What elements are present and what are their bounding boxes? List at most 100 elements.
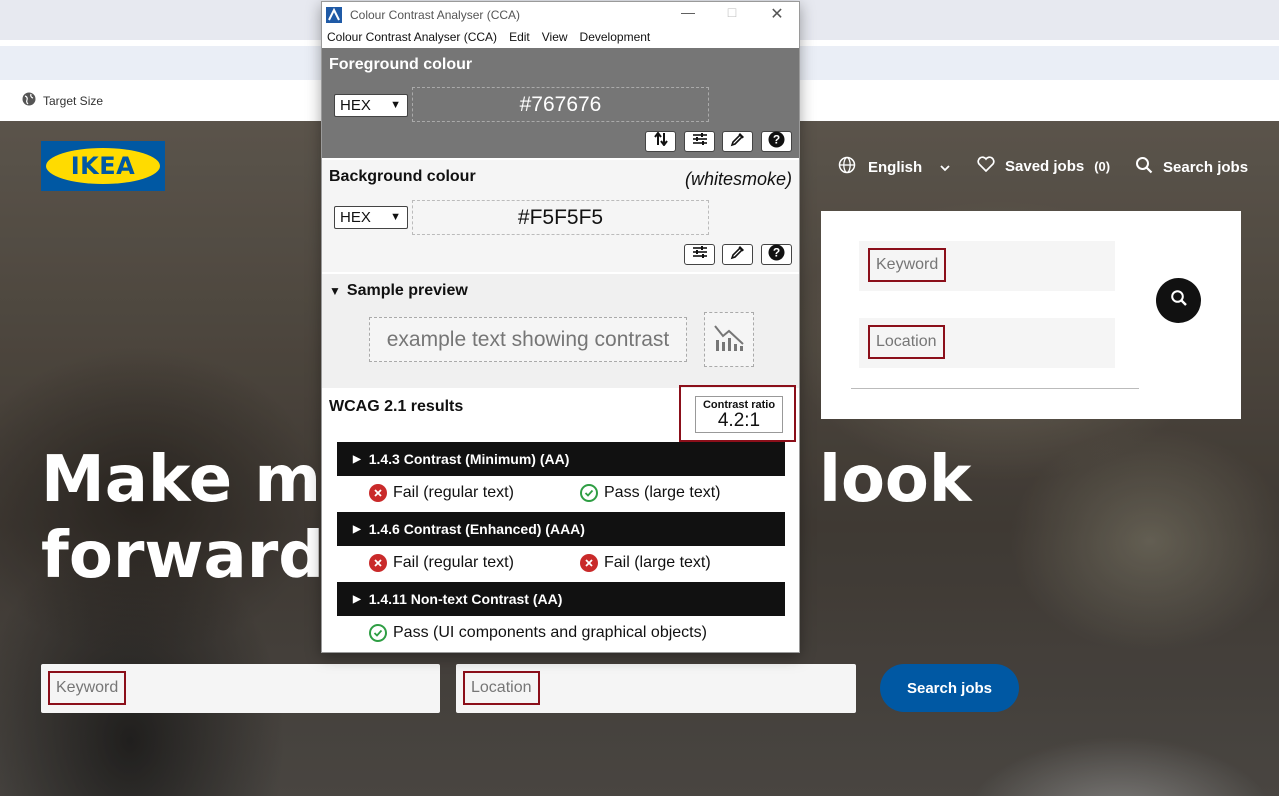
foreground-format-value: HEX [340,97,371,114]
svg-text:?: ? [773,245,780,259]
foreground-section: Foreground colour HEX ▼ #767676 ? [322,48,799,158]
criterion-1-4-6[interactable]: ▶ 1.4.6 Contrast (Enhanced) (AAA) [337,512,785,546]
fail-icon [580,554,598,572]
result-item: Fail (regular text) [369,484,514,502]
result-text: Fail (regular text) [393,484,514,501]
sliders-icon [692,245,708,264]
result-item: Fail (large text) [580,554,711,572]
pass-icon [580,484,598,502]
swap-icon [653,131,669,151]
panel-keyword-input[interactable]: Keyword [859,241,1115,291]
result-text: Fail (large text) [604,554,711,571]
location-input[interactable]: Location [456,664,856,713]
search-jobs-button[interactable]: Search jobs [880,664,1019,712]
saved-jobs-label: Saved jobs [1005,157,1085,175]
cca-app-icon [326,6,342,23]
criterion-title: 1.4.3 Contrast (Minimum) (AA) [368,451,570,467]
hero-title-line-1-left: Make mi [41,443,344,517]
background-heading: Background colour [329,168,476,185]
search-icon [1170,289,1188,312]
result-text: Pass (large text) [604,484,721,501]
maximize-button[interactable]: □ [709,4,755,20]
logo-text: IKEA [70,152,136,180]
cca-title-bar[interactable]: Colour Contrast Analyser (CCA) — □ ✕ [322,2,799,27]
search-icon [1135,156,1153,178]
menu-edit[interactable]: Edit [509,30,530,44]
saved-jobs-link[interactable]: Saved jobs (0) [977,156,1110,176]
criterion-1-4-3[interactable]: ▶ 1.4.3 Contrast (Minimum) (AA) [337,442,785,476]
language-selector[interactable]: English [838,156,950,178]
foreground-format-select[interactable]: HEX ▼ [334,94,408,117]
background-help-button[interactable]: ? [761,244,792,265]
wcag-results-section: WCAG 2.1 results Contrast ratio 4.2:1 ▶ … [322,385,799,652]
help-icon: ? [768,244,785,266]
heart-icon [977,156,995,176]
result-item: Fail (regular text) [369,554,514,572]
swap-colours-button[interactable] [645,131,676,152]
chevron-down-icon: ▼ [390,99,401,111]
result-item: Pass (UI components and graphical object… [369,624,707,642]
criterion-title: 1.4.6 Contrast (Enhanced) (AAA) [368,521,585,537]
contrast-ratio-value: 4.2:1 [717,410,761,431]
background-section: Background colour (whitesmoke) HEX ▼ #F5… [322,160,799,272]
foreground-heading: Foreground colour [329,56,473,73]
cca-window-title: Colour Contrast Analyser (CCA) [350,7,521,22]
globe-icon [22,92,36,109]
svg-text:?: ? [773,132,780,146]
close-button[interactable]: ✕ [754,4,799,24]
sample-preview-toggle[interactable]: ▼ Sample preview [329,282,468,300]
ikea-logo[interactable]: IKEA [41,141,165,191]
fail-icon [369,484,387,502]
triangle-right-icon: ▶ [353,593,361,605]
language-label: English [868,158,923,176]
cca-window: Colour Contrast Analyser (CCA) — □ ✕ Col… [321,1,800,653]
foreground-sliders-button[interactable] [684,131,715,152]
minimize-button[interactable]: — [665,4,711,20]
search-jobs-label: Search jobs [1163,158,1249,176]
logo-oval: IKEA [46,148,160,184]
background-picker-button[interactable] [722,244,753,265]
criterion-1-4-11[interactable]: ▶ 1.4.11 Non-text Contrast (AA) [337,582,785,616]
panel-divider [851,388,1139,389]
menu-app[interactable]: Colour Contrast Analyser (CCA) [327,30,497,44]
foreground-picker-button[interactable] [722,131,753,152]
target-size-extension[interactable]: Target Size [22,92,103,109]
contrast-ratio-box: Contrast ratio 4.2:1 [695,396,783,433]
result-text: Pass (UI components and graphical object… [393,624,707,641]
result-text: Fail (regular text) [393,554,514,571]
eyedropper-icon [730,131,746,152]
cca-menu-bar: Colour Contrast Analyser (CCA) Edit View… [322,27,799,47]
chevron-down-icon [940,159,950,176]
wcag-results-heading: WCAG 2.1 results [329,398,464,415]
globe-icon [838,156,856,178]
pass-icon [369,624,387,642]
menu-development[interactable]: Development [580,30,651,44]
foreground-help-button[interactable]: ? [761,131,792,152]
search-jobs-link[interactable]: Search jobs [1135,156,1248,178]
eyedropper-icon [730,244,746,265]
panel-search-button[interactable] [1156,278,1201,323]
chart-icon [713,322,745,357]
result-item: Pass (large text) [580,484,720,502]
help-icon: ? [768,131,785,153]
saved-jobs-count: (0) [1094,158,1111,174]
menu-view[interactable]: View [542,30,568,44]
background-sliders-button[interactable] [684,244,715,265]
contrast-ratio-highlight: Contrast ratio 4.2:1 [679,385,796,442]
triangle-right-icon: ▶ [353,523,361,535]
search-panel: Keyword Location [821,211,1241,419]
panel-location-input[interactable]: Location [859,318,1115,368]
foreground-hex-input[interactable]: #767676 [412,87,709,122]
sample-text: example text showing contrast [369,317,687,362]
panel-location-placeholder: Location [868,325,945,359]
fail-icon [369,554,387,572]
sample-graphic [704,312,754,367]
background-format-select[interactable]: HEX ▼ [334,206,408,229]
triangle-right-icon: ▶ [353,453,361,465]
background-hex-input[interactable]: #F5F5F5 [412,200,709,235]
sample-preview-heading: Sample preview [346,282,468,299]
chevron-down-icon: ▼ [390,211,401,223]
keyword-input[interactable]: Keyword [41,664,440,713]
criterion-title: 1.4.11 Non-text Contrast (AA) [368,591,563,607]
panel-keyword-placeholder: Keyword [868,248,947,282]
